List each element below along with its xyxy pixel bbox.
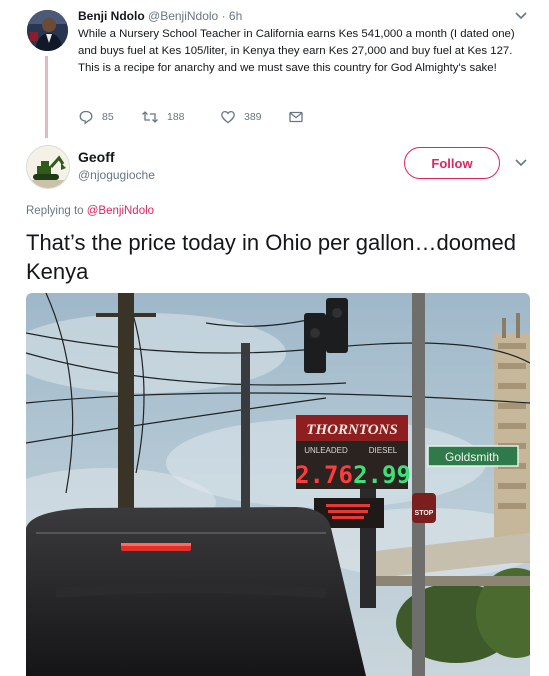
reply-author-name[interactable]: Geoff	[78, 149, 115, 165]
chevron-down-icon[interactable]	[514, 158, 528, 168]
price-diesel: 2.99	[353, 461, 411, 489]
sign-label-unleaded: UNLEADED	[304, 446, 348, 455]
thread-connector-line	[45, 56, 48, 138]
sign-label-diesel: DIESEL	[369, 446, 398, 455]
direct-message-action[interactable]	[288, 109, 304, 125]
retweet-action[interactable]: 188	[141, 109, 220, 125]
sign-brand: THORNTONS	[306, 422, 397, 438]
separator-dot: ·	[221, 9, 226, 23]
like-action[interactable]: 389	[220, 109, 288, 125]
parent-tweet-actions: 85 188 389	[78, 108, 304, 126]
parent-author-avatar[interactable]	[27, 10, 68, 51]
like-count: 389	[244, 111, 262, 123]
street-sign-text: Goldsmith	[445, 450, 499, 464]
avatar-photo	[27, 10, 68, 51]
parent-author-handle[interactable]: @BenjiNdolo	[148, 9, 218, 23]
gas-station-photo: THORNTONS UNLEADED DIESEL 2.76 2.99 Gold…	[26, 293, 530, 676]
parent-tweet-text: While a Nursery School Teacher in Califo…	[78, 28, 515, 74]
replying-to-mention[interactable]: @BenjiNdolo	[87, 205, 154, 217]
parent-tweet-header: Benji Ndolo @BenjiNdolo · 6h	[78, 9, 242, 23]
price-unleaded: 2.76	[295, 461, 353, 489]
tweet-photo[interactable]: THORNTONS UNLEADED DIESEL 2.76 2.99 Gold…	[26, 293, 530, 676]
replying-to-label: Replying to	[26, 205, 84, 217]
reply-icon	[79, 110, 93, 125]
retweet-count: 188	[167, 111, 185, 123]
chevron-down-icon[interactable]	[514, 11, 528, 21]
avatar-excavator-image	[27, 146, 69, 188]
reply-tweet-text: That’s the price today in Ohio per gallo…	[26, 230, 516, 284]
envelope-icon	[289, 111, 303, 123]
reply-author-avatar[interactable]	[26, 145, 70, 189]
reply-count: 85	[102, 111, 114, 123]
replying-to-line: Replying to @BenjiNdolo	[26, 205, 154, 217]
reply-action[interactable]: 85	[78, 109, 141, 125]
parent-author-name[interactable]: Benji Ndolo	[78, 9, 145, 23]
stop-sign-text: STOP	[415, 510, 434, 517]
reply-author-handle[interactable]: @njogugioche	[78, 168, 155, 182]
retweet-icon	[142, 111, 158, 123]
heart-icon	[221, 110, 235, 124]
parent-tweet-time[interactable]: 6h	[229, 9, 242, 23]
follow-button[interactable]: Follow	[404, 147, 500, 179]
